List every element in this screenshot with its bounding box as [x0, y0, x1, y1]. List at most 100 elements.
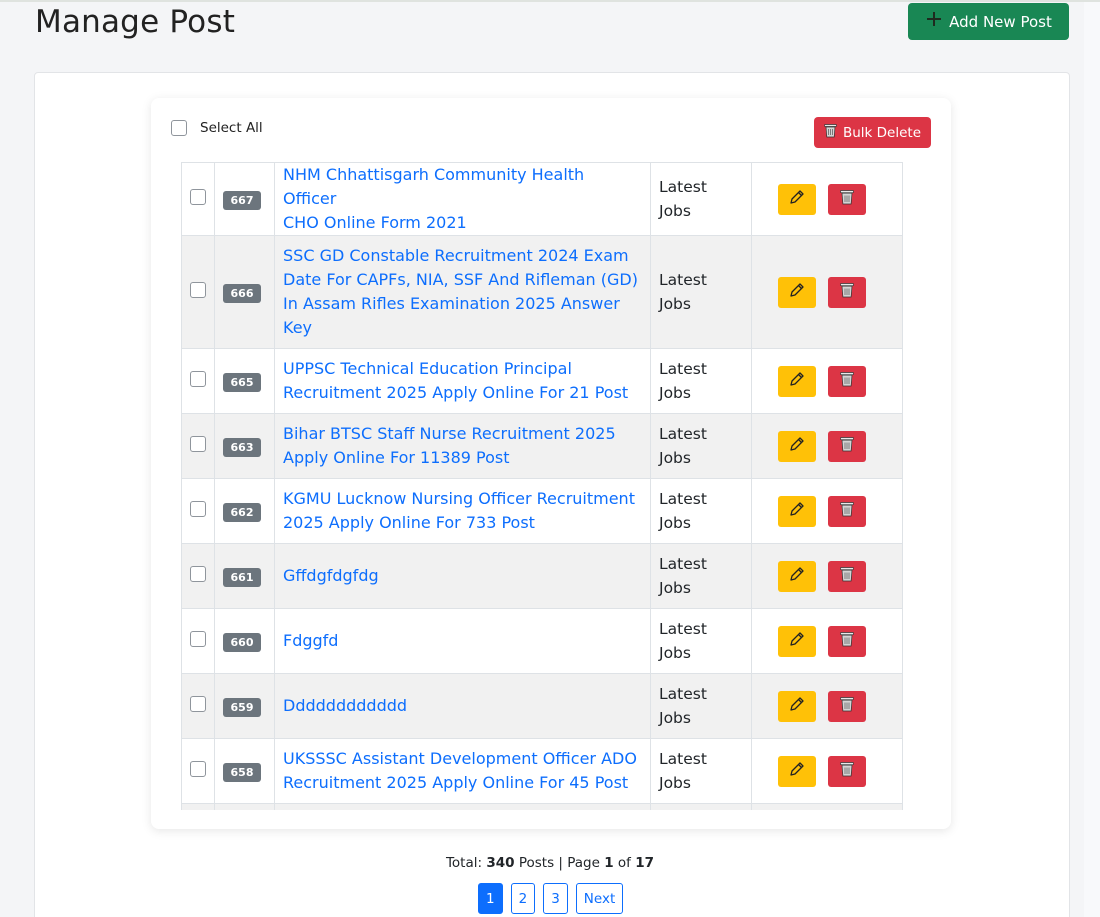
delete-post-button[interactable]	[828, 430, 866, 462]
select-all-control[interactable]: Select All	[171, 120, 263, 136]
page-right-gutter	[1084, 2, 1100, 917]
posts-table-card: Select All Bulk Delete 667 NHM Chhattisga…	[151, 98, 951, 829]
delete-post-button[interactable]	[828, 183, 866, 215]
trash-icon	[840, 436, 854, 456]
posts-scroll-area[interactable]: 667 NHM Chhattisgarh Community Health Off…	[181, 162, 931, 810]
row-checkbox[interactable]	[190, 371, 206, 387]
post-category-line: Latest	[659, 620, 707, 638]
post-title-line: In Assam Rifles Examination 2025 Answer	[283, 294, 620, 313]
select-all-checkbox[interactable]	[171, 120, 187, 136]
post-title-line: Dddddddddddd	[283, 696, 408, 715]
row-checkbox-cell	[181, 738, 215, 804]
edit-post-button[interactable]	[778, 183, 816, 215]
row-checkbox[interactable]	[190, 501, 206, 517]
post-id-badge: 662	[223, 502, 261, 522]
pencil-icon	[789, 282, 805, 302]
post-id-badge: 661	[223, 567, 261, 587]
trash-icon	[840, 371, 854, 391]
edit-post-button[interactable]	[778, 495, 816, 527]
trash-icon	[840, 566, 854, 586]
post-category-cell: Latest Jobs	[650, 478, 752, 544]
row-checkbox[interactable]	[190, 761, 206, 777]
table-row: 661 Gffdgfdgfdg Latest Jobs	[181, 543, 903, 609]
row-checkbox[interactable]	[190, 696, 206, 712]
post-title-line: Gffdgfdgfdg	[283, 566, 379, 585]
total-count: 340	[486, 855, 515, 871]
delete-post-button[interactable]	[828, 625, 866, 657]
delete-post-button[interactable]	[828, 560, 866, 592]
delete-post-button[interactable]	[828, 755, 866, 787]
row-checkbox[interactable]	[190, 436, 206, 452]
post-id-cell: 662	[214, 478, 275, 544]
pagination-summary: Total: 340 Posts | Page 1 of 17	[0, 855, 1100, 871]
post-id-cell: 663	[214, 413, 275, 479]
bulk-delete-label: Bulk Delete	[842, 124, 922, 141]
edit-post-button[interactable]	[778, 560, 816, 592]
post-title-link[interactable]: KGMU Lucknow Nursing Officer Recruitment…	[283, 487, 642, 535]
delete-post-button[interactable]	[828, 276, 866, 308]
post-title-link[interactable]: Dddddddddddd	[283, 694, 642, 718]
post-category-line: Jobs	[659, 709, 691, 727]
delete-post-button[interactable]	[828, 365, 866, 397]
row-checkbox[interactable]	[190, 189, 206, 205]
post-title-link[interactable]: UKSSSC Assistant Development Officer ADO…	[283, 747, 642, 795]
pencil-icon	[789, 566, 805, 586]
post-title-line: Key	[283, 318, 313, 337]
next-page-button[interactable]: Next	[575, 883, 624, 914]
row-actions-cell	[751, 348, 903, 414]
post-title-link[interactable]: Bihar BTSC Staff Nurse Recruitment 2025 A…	[283, 422, 642, 470]
pagination: 1 2 3 Next	[478, 883, 624, 914]
add-new-post-label: Add New Post	[949, 12, 1052, 31]
edit-post-button[interactable]	[778, 430, 816, 462]
edit-post-button[interactable]	[778, 276, 816, 308]
pencil-icon	[789, 371, 805, 391]
table-row: 659 Dddddddddddd Latest Jobs	[181, 673, 903, 739]
row-checkbox-cell	[181, 608, 215, 674]
post-title-cell: NHM Chhattisgarh Community Health Office…	[274, 162, 651, 236]
post-category-line: Latest	[659, 490, 707, 508]
post-category-cell: Latest Jobs	[650, 673, 752, 739]
row-checkbox-cell	[181, 235, 215, 349]
post-category-line: Latest	[659, 178, 707, 196]
table-row: 660 Fdggfd Latest Jobs	[181, 608, 903, 674]
current-page-number: 1	[604, 855, 614, 871]
post-title-cell: SSC GD Constable Recruitment 2024 Exam Da…	[274, 235, 651, 349]
row-checkbox-cell	[181, 348, 215, 414]
post-title-line: Date For CAPFs, NIA, SSF And Rifleman (G…	[283, 270, 638, 289]
add-new-post-button[interactable]: Add New Post	[908, 3, 1069, 40]
table-row: 667 NHM Chhattisgarh Community Health Off…	[181, 162, 903, 236]
edit-post-button[interactable]	[778, 755, 816, 787]
post-id-cell: 658	[214, 738, 275, 804]
row-checkbox[interactable]	[190, 282, 206, 298]
post-title-link[interactable]: SSC GD Constable Recruitment 2024 Exam Da…	[283, 244, 642, 340]
post-title-line: Bihar BTSC Staff Nurse Recruitment 2025	[283, 424, 616, 443]
page-3-button[interactable]: 3	[543, 883, 568, 914]
trash-icon	[840, 631, 854, 651]
post-category-cell: Latest Jobs	[650, 162, 752, 236]
post-title-link[interactable]: Gffdgfdgfdg	[283, 564, 642, 588]
post-title-link[interactable]: Fdggfd	[283, 629, 642, 653]
post-title-line: Recruitment 2025 Apply Online For 21 Pos…	[283, 383, 629, 402]
post-id-badge: 663	[223, 437, 261, 457]
trash-icon	[840, 189, 854, 209]
post-id-cell: 666	[214, 235, 275, 349]
delete-post-button[interactable]	[828, 495, 866, 527]
edit-post-button[interactable]	[778, 690, 816, 722]
post-category-line: Latest	[659, 750, 707, 768]
row-checkbox-cell	[181, 413, 215, 479]
post-title-link[interactable]: NHM Chhattisgarh Community Health Office…	[283, 163, 642, 235]
row-checkbox[interactable]	[190, 566, 206, 582]
row-checkbox[interactable]	[190, 631, 206, 647]
post-id-cell: 661	[214, 543, 275, 609]
page-2-button[interactable]: 2	[510, 883, 536, 914]
row-checkbox-cell	[181, 543, 215, 609]
post-title-link[interactable]: UPPSC Technical Education Principal Recru…	[283, 357, 642, 405]
delete-post-button[interactable]	[828, 690, 866, 722]
row-actions-cell	[751, 738, 903, 804]
table-row: 663 Bihar BTSC Staff Nurse Recruitment 20…	[181, 413, 903, 479]
page-1-button[interactable]: 1	[478, 883, 503, 914]
bulk-delete-button[interactable]: Bulk Delete	[814, 117, 931, 148]
post-category-line: Jobs	[659, 295, 691, 313]
edit-post-button[interactable]	[778, 625, 816, 657]
edit-post-button[interactable]	[778, 365, 816, 397]
